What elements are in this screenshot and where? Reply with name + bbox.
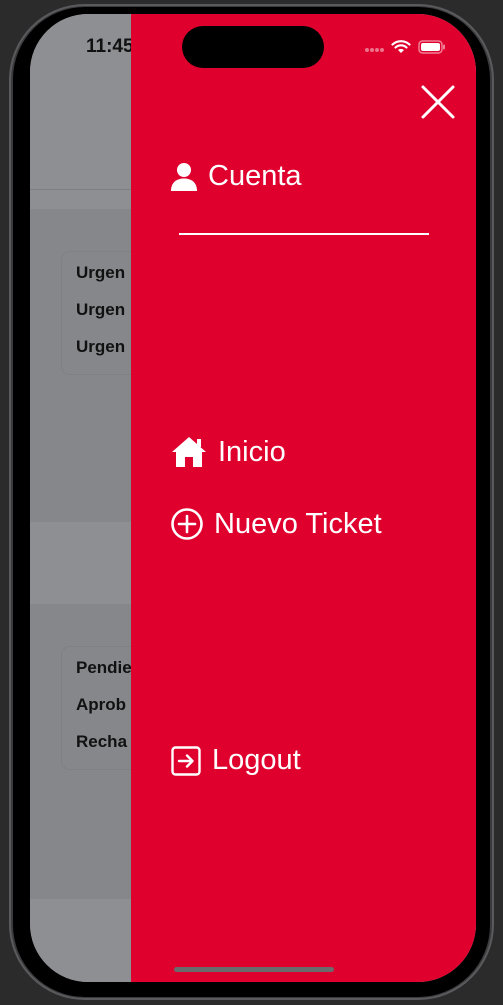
- plus-circle-icon: [170, 507, 204, 541]
- cellular-icon: [365, 48, 384, 52]
- close-menu-button[interactable]: [416, 80, 460, 124]
- menu-item-inicio[interactable]: Inicio: [170, 435, 286, 469]
- account-label: Cuenta: [208, 160, 302, 192]
- logout-icon: [170, 745, 202, 777]
- account-button[interactable]: Cuenta: [170, 160, 302, 193]
- side-menu: Cuenta Inicio Nuevo Ticket Logout: [131, 14, 476, 982]
- status-icons: [364, 40, 446, 54]
- menu-item-label: Inicio: [218, 435, 286, 468]
- status-time: 11:45: [86, 36, 134, 57]
- menu-item-label: Nuevo Ticket: [214, 507, 382, 540]
- battery-icon: [418, 40, 445, 54]
- person-icon: [170, 162, 198, 192]
- logout-button[interactable]: Logout: [170, 744, 301, 777]
- wifi-icon: [391, 40, 411, 53]
- logout-label: Logout: [212, 744, 301, 776]
- account-divider: [179, 233, 429, 235]
- home-indicator[interactable]: [174, 967, 334, 972]
- menu-item-nuevo-ticket[interactable]: Nuevo Ticket: [170, 507, 382, 541]
- close-icon: [421, 85, 455, 119]
- home-icon: [170, 435, 208, 469]
- dynamic-island: [182, 26, 324, 68]
- screen: Urgen Urgen Urgen Pendie Aprob Recha 11:…: [30, 14, 476, 982]
